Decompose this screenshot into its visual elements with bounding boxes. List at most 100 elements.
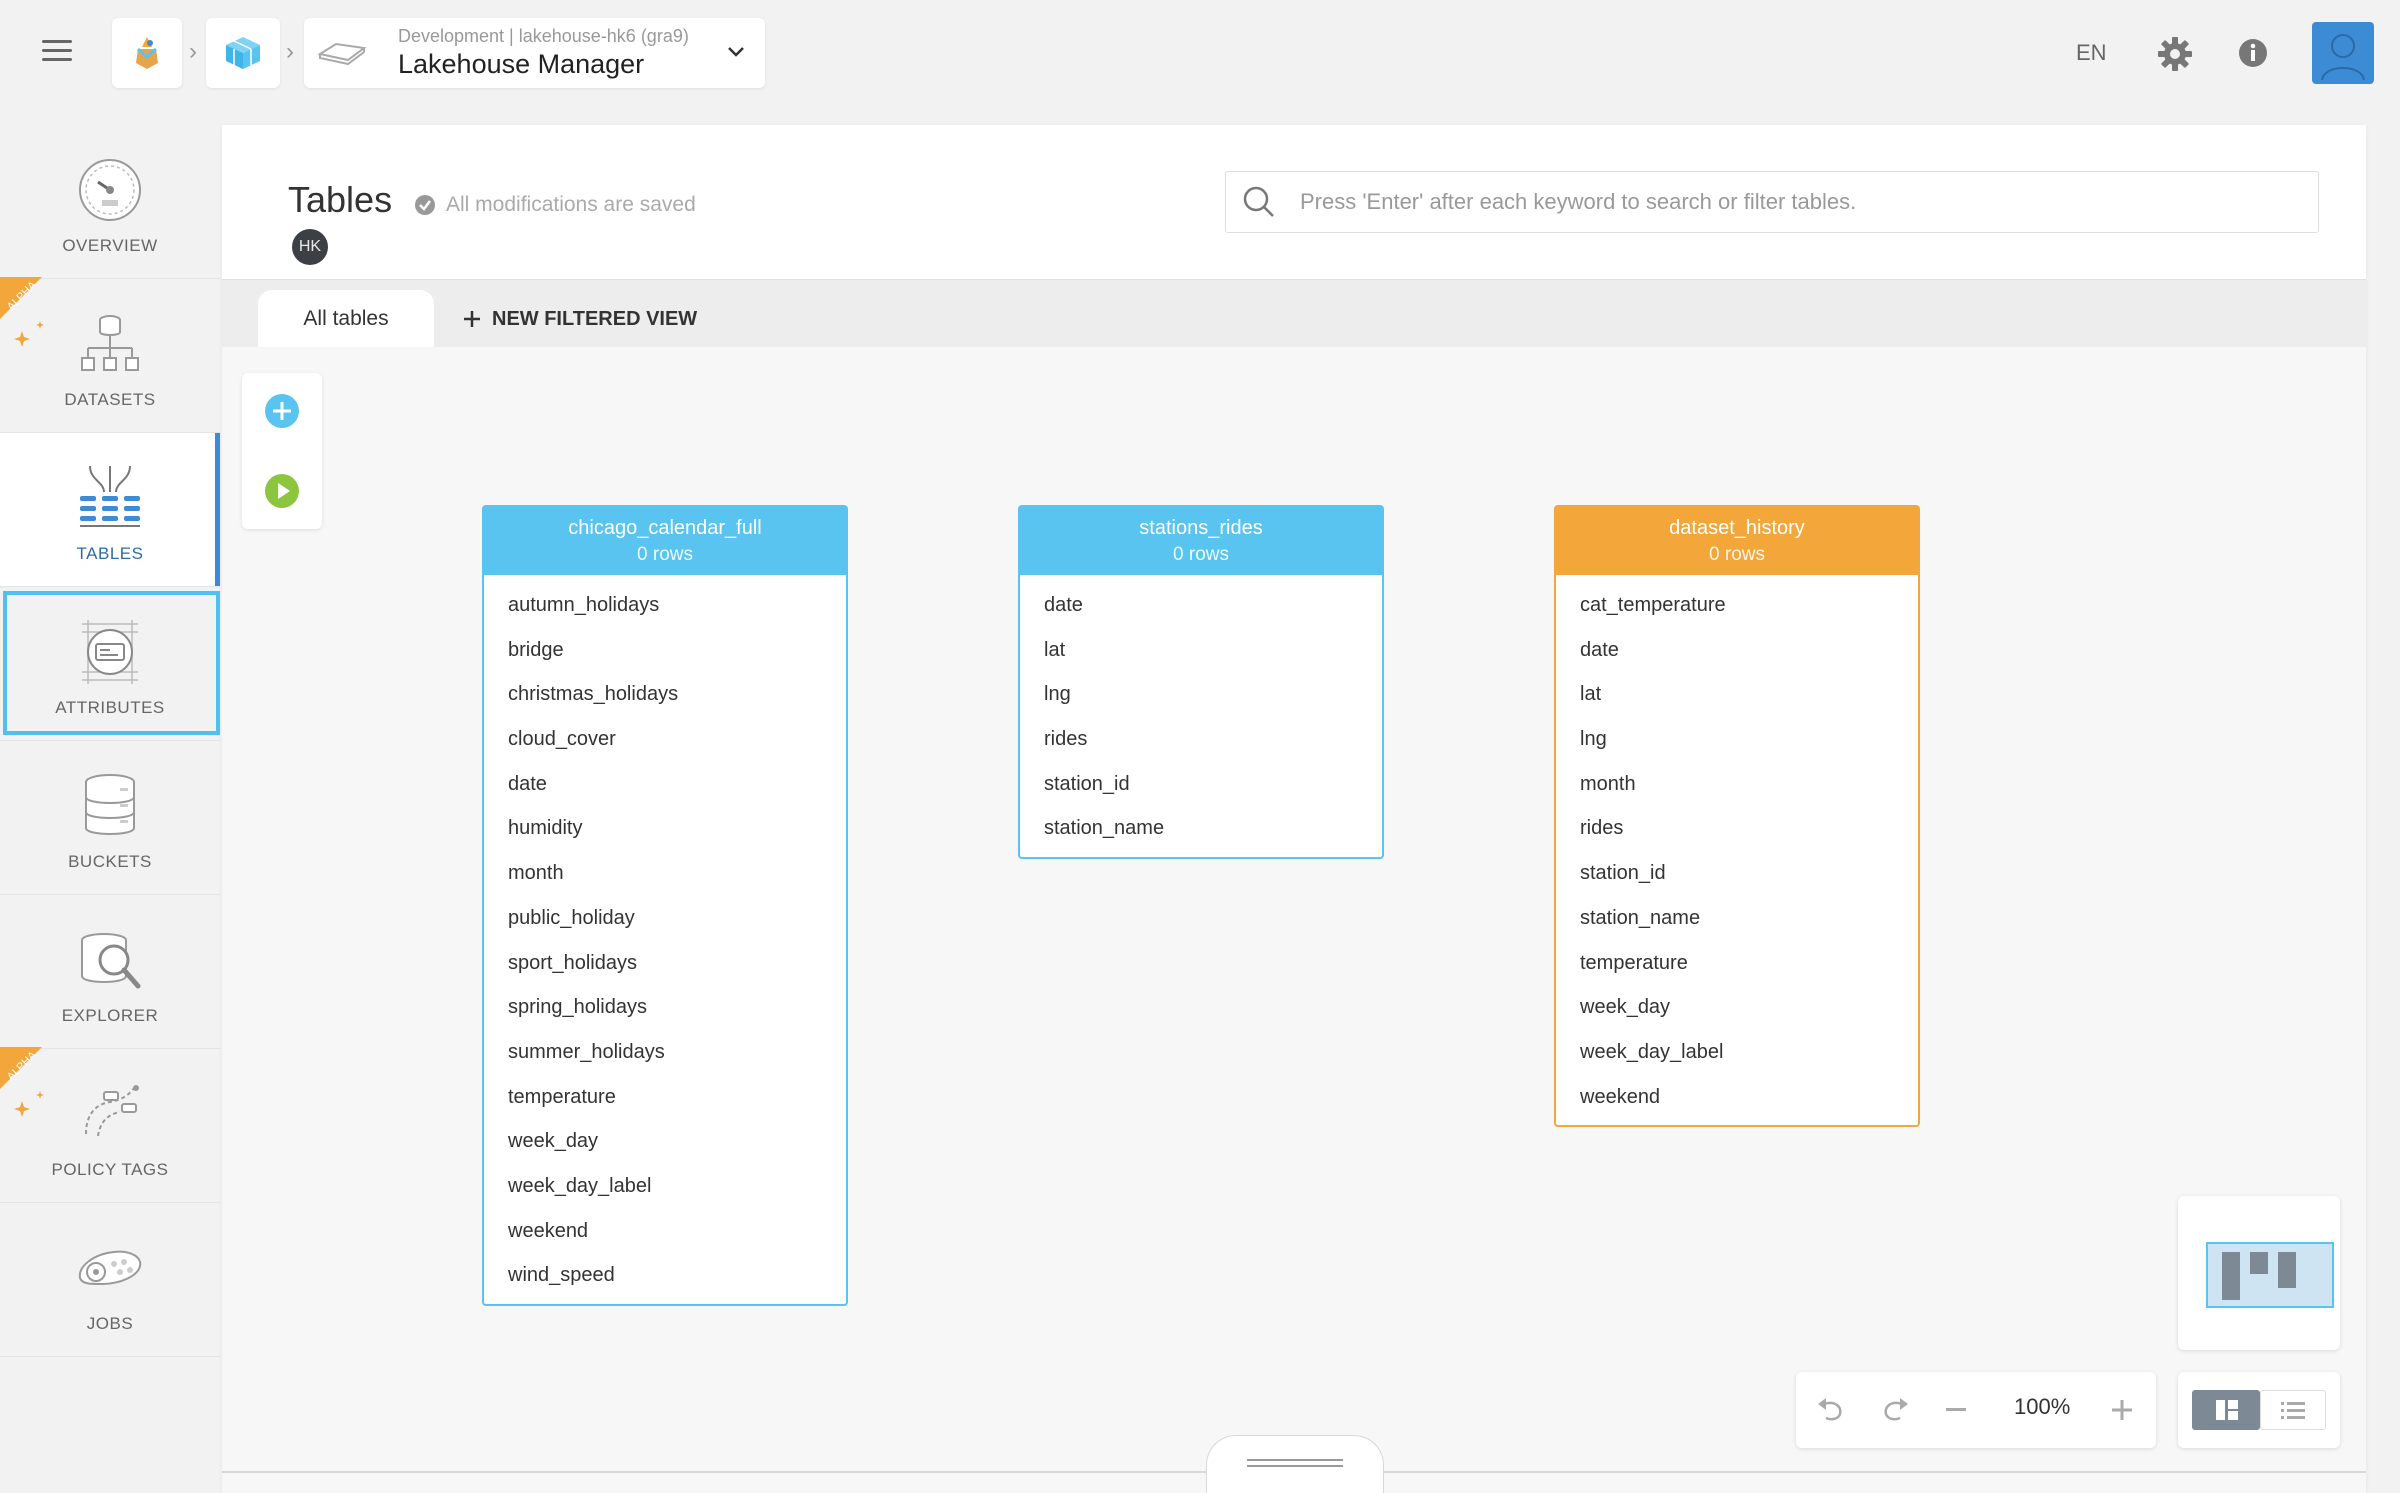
table-field[interactable]: week_day_label: [1556, 1030, 1918, 1075]
table-card-stations-rides[interactable]: stations_rides 0 rows date lat lng rides…: [1018, 505, 1384, 860]
table-field[interactable]: date: [1020, 583, 1382, 628]
sidebar-item-datasets[interactable]: ALPHA DATASETS: [0, 277, 220, 433]
save-status: All modifications are saved: [414, 193, 696, 217]
table-field[interactable]: spring_holidays: [484, 985, 846, 1030]
table-field[interactable]: week_day: [484, 1119, 846, 1164]
sidebar-item-overview[interactable]: OVERVIEW: [0, 125, 220, 279]
jobs-icon: [78, 1250, 142, 1286]
table-field[interactable]: station_name: [1020, 806, 1382, 851]
project-environment: Development | lakehouse-hk6 (gra9): [398, 26, 689, 46]
table-field[interactable]: temperature: [1556, 941, 1918, 986]
table-field[interactable]: weekend: [484, 1209, 846, 1254]
language-selector[interactable]: EN: [2076, 40, 2107, 66]
table-row-count: 0 rows: [1173, 544, 1229, 565]
table-name: stations_rides: [1139, 517, 1263, 539]
table-field[interactable]: station_id: [1020, 762, 1382, 807]
field-list: date lat lng rides station_id station_na…: [1020, 575, 1382, 857]
table-field[interactable]: station_id: [1556, 851, 1918, 896]
minimap[interactable]: [2178, 1196, 2340, 1350]
list-icon: [2281, 1402, 2305, 1419]
gear-icon[interactable]: [2157, 36, 2193, 72]
table-header[interactable]: dataset_history 0 rows: [1556, 507, 1918, 575]
table-field[interactable]: lat: [1556, 672, 1918, 717]
tab-all-tables[interactable]: All tables: [258, 290, 434, 348]
zoom-level: 100%: [2014, 1394, 2071, 1419]
table-card-dataset-history[interactable]: dataset_history 0 rows cat_temperature d…: [1554, 505, 1920, 1128]
table-field[interactable]: date: [1556, 628, 1918, 673]
table-card-chicago-calendar-full[interactable]: chicago_calendar_full 0 rows autumn_holi…: [482, 505, 848, 1306]
alpha-badge-icon: ALPHA: [0, 277, 44, 347]
add-table-icon[interactable]: [264, 393, 300, 429]
sidebar-item-policy-tags[interactable]: ALPHA POLICY TAGS: [0, 1047, 220, 1203]
chevron-down-icon[interactable]: [727, 46, 745, 58]
table-header[interactable]: stations_rides 0 rows: [1020, 507, 1382, 575]
zoom-toolbar: 100%: [1796, 1372, 2156, 1448]
alpha-badge-icon: ALPHA: [0, 1047, 44, 1117]
home-logo-button[interactable]: [112, 18, 182, 88]
table-field[interactable]: summer_holidays: [484, 1030, 846, 1075]
project-selector[interactable]: Development | lakehouse-hk6 (gra9) Lakeh…: [304, 18, 765, 88]
table-field[interactable]: week_day_label: [484, 1164, 846, 1209]
table-field[interactable]: rides: [1020, 717, 1382, 762]
sidebar-item-label: TABLES: [76, 544, 144, 563]
minimap-viewport[interactable]: [2206, 1242, 2334, 1308]
explorer-icon: [81, 933, 141, 989]
lakehouse-cube-button[interactable]: [206, 18, 280, 88]
sidebar-item-explorer[interactable]: EXPLORER: [0, 895, 220, 1049]
table-field[interactable]: lat: [1020, 628, 1382, 673]
drag-handle-icon: [1247, 1459, 1343, 1467]
table-field[interactable]: bridge: [484, 628, 846, 673]
sidebar-item-tables[interactable]: TABLES: [0, 433, 220, 587]
table-name: chicago_calendar_full: [568, 517, 762, 539]
zoom-in-icon[interactable]: [2112, 1400, 2132, 1420]
undo-icon[interactable]: [1816, 1396, 1846, 1424]
info-icon[interactable]: [2238, 38, 2268, 68]
diagram-view-button[interactable]: [2192, 1390, 2260, 1430]
tables-canvas[interactable]: chicago_calendar_full 0 rows autumn_holi…: [222, 347, 2366, 1493]
table-field[interactable]: station_name: [1556, 896, 1918, 941]
search-input[interactable]: [1300, 189, 2318, 215]
table-field[interactable]: humidity: [484, 806, 846, 851]
sidebar-item-attributes[interactable]: ATTRIBUTES: [0, 587, 220, 741]
table-field[interactable]: temperature: [484, 1075, 846, 1120]
table-field[interactable]: rides: [1556, 806, 1918, 851]
table-field[interactable]: lng: [1556, 717, 1918, 762]
view-toggle: [2178, 1372, 2340, 1448]
gauge-icon: [79, 159, 141, 221]
sidebar-item-label: EXPLORER: [61, 1006, 159, 1025]
user-avatar[interactable]: [2312, 22, 2374, 84]
sidebar-item-label: BUCKETS: [68, 852, 152, 871]
table-field[interactable]: wind_speed: [484, 1253, 846, 1298]
table-field[interactable]: autumn_holidays: [484, 583, 846, 628]
zoom-out-icon[interactable]: [1946, 1408, 1966, 1412]
new-filtered-view-button[interactable]: NEW FILTERED VIEW: [462, 290, 697, 348]
menu-icon[interactable]: [42, 40, 72, 64]
tables-icon: [80, 465, 140, 527]
bottom-panel-handle[interactable]: [1206, 1435, 1384, 1493]
user-initials-avatar[interactable]: HK: [292, 229, 328, 265]
table-field[interactable]: cat_temperature: [1556, 583, 1918, 628]
search-box[interactable]: [1225, 171, 2319, 233]
table-header[interactable]: chicago_calendar_full 0 rows: [484, 507, 846, 575]
table-field[interactable]: weekend: [1556, 1075, 1918, 1120]
cube-icon: [226, 37, 260, 69]
sidebar-item-label: JOBS: [86, 1314, 134, 1333]
project-name: Lakehouse Manager: [398, 49, 645, 79]
table-field[interactable]: public_holiday: [484, 896, 846, 941]
play-icon[interactable]: [264, 473, 300, 509]
user-icon: [2321, 34, 2365, 81]
policy-tags-icon: [85, 1085, 139, 1137]
sidebar-item-label: ATTRIBUTES: [55, 698, 165, 717]
sidebar-item-buckets[interactable]: BUCKETS: [0, 741, 220, 895]
table-field[interactable]: cloud_cover: [484, 717, 846, 762]
table-field[interactable]: month: [1556, 762, 1918, 807]
list-view-button[interactable]: [2260, 1390, 2326, 1430]
redo-icon[interactable]: [1880, 1396, 1910, 1424]
table-field[interactable]: christmas_holidays: [484, 672, 846, 717]
table-field[interactable]: month: [484, 851, 846, 896]
table-field[interactable]: lng: [1020, 672, 1382, 717]
table-field[interactable]: sport_holidays: [484, 941, 846, 986]
table-field[interactable]: date: [484, 762, 846, 807]
sidebar-item-jobs[interactable]: JOBS: [0, 1203, 220, 1357]
table-field[interactable]: week_day: [1556, 985, 1918, 1030]
